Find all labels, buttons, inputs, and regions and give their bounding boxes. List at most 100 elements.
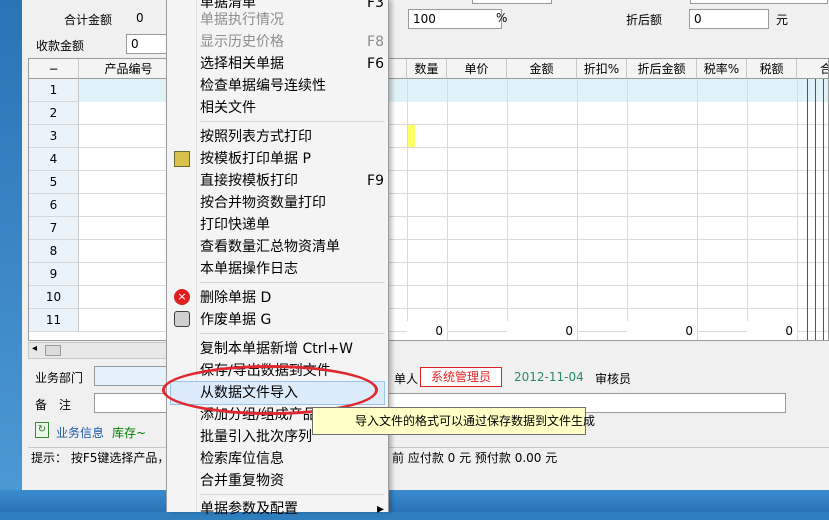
dept-input[interactable]: [94, 366, 168, 386]
grid-header-discounted-amount[interactable]: 折后金额: [627, 59, 697, 79]
menu-item-label: 打印快递单: [200, 217, 270, 233]
menu-item-label: 批量引入批次序列: [200, 429, 312, 445]
scroll-left-icon[interactable]: ◂: [32, 343, 37, 354]
context-menu[interactable]: 单据清单 F3 单据执行情况 显示历史价格 F8 选择相关单据 F6 检查单据编号连续…: [166, 0, 389, 517]
grid-vline: [407, 79, 408, 340]
rate-input[interactable]: 100: [408, 9, 502, 29]
menu-item-merge-duplicates[interactable]: 合并重复物资: [200, 470, 384, 492]
row-number[interactable]: 1: [29, 79, 79, 102]
discount-amount-label: 折后额: [626, 13, 663, 27]
taskbar: [0, 490, 829, 512]
horizontal-scrollbar[interactable]: ◂: [28, 342, 168, 359]
menu-item-check-numbering[interactable]: 检查单据编号连续性: [200, 75, 384, 97]
auditor-label: 审核员: [595, 372, 632, 386]
upper-field-edge: [690, 0, 828, 4]
grid-vline: [823, 79, 824, 340]
menu-item-label: 显示历史价格: [200, 34, 284, 50]
biz-info-link[interactable]: 业务信息: [56, 424, 104, 441]
grid-vline: [577, 79, 578, 340]
menu-item-label: 本单据操作日志: [200, 261, 298, 277]
row-number[interactable]: 11: [29, 309, 79, 332]
grid-vline: [807, 79, 808, 340]
row-number[interactable]: 5: [29, 171, 79, 194]
remark-label: 备 注: [35, 398, 72, 412]
menu-item-label: 检索库位信息: [200, 451, 284, 467]
grid-vline: [797, 79, 798, 340]
desktop-edge: [0, 0, 22, 512]
grid-header-select[interactable]: −: [29, 59, 79, 79]
grid-vline: [697, 79, 698, 340]
menu-item-operation-log[interactable]: 本单据操作日志: [200, 258, 384, 280]
scrollbar-thumb[interactable]: [45, 345, 61, 356]
menu-item-label: 检查单据编号连续性: [200, 78, 326, 94]
menu-item-label: 直接按模板打印: [200, 173, 298, 189]
grid-vline: [815, 79, 816, 340]
rate-unit: %: [496, 11, 508, 25]
menu-item-merged-print[interactable]: 按合并物资数量打印: [200, 192, 384, 214]
discount-unit: 元: [776, 13, 789, 27]
row-number[interactable]: 3: [29, 125, 79, 148]
maker-label: 单人: [394, 372, 419, 386]
menu-item-template-print[interactable]: 按模板打印单据 P: [200, 148, 384, 170]
total-amount-label: 合计金额: [64, 13, 113, 27]
total-quantity: 0: [407, 321, 447, 340]
menu-item-label: 相关文件: [200, 100, 256, 116]
total-tax: 0: [747, 321, 797, 340]
row-number[interactable]: 8: [29, 240, 79, 263]
menu-item-direct-template-print[interactable]: 直接按模板打印 F9: [200, 170, 384, 192]
menu-item-price-history[interactable]: 显示历史价格 F8: [200, 31, 384, 53]
row-number[interactable]: 6: [29, 194, 79, 217]
status-bar: 提示： 按F5键选择产品， 前 应付款 0 元 预付款 0.00 元: [28, 447, 829, 467]
menu-icon-strip: [167, 0, 197, 512]
maker-value: 系统管理员: [420, 367, 502, 387]
status-payables: 前 应付款 0 元 预付款 0.00 元: [392, 451, 558, 465]
menu-separator: [200, 494, 384, 495]
menu-item-label: 查看数量汇总物资清单: [200, 239, 340, 255]
menu-separator: [200, 121, 384, 122]
menu-item-related-files[interactable]: 相关文件: [200, 97, 384, 119]
menu-item-label: 按照列表方式打印: [200, 129, 312, 145]
grid-header-discount-pct[interactable]: 折扣%: [577, 59, 627, 79]
row-number[interactable]: 7: [29, 217, 79, 240]
grid-header-total[interactable]: 合: [797, 59, 828, 79]
grid-vline: [627, 79, 628, 340]
grid-header-tax[interactable]: 税额: [747, 59, 797, 79]
menu-item-print-express[interactable]: 打印快递单: [200, 214, 384, 236]
menu-item-shortcut: F9: [367, 173, 384, 189]
discount-amount-input[interactable]: 0: [689, 9, 769, 29]
menu-item-label: 选择相关单据: [200, 56, 284, 72]
grid-header-unit-price[interactable]: 单价: [447, 59, 507, 79]
menu-item-delete[interactable]: 删除单据 D: [200, 287, 384, 309]
menu-item-location-search[interactable]: 检索库位信息: [200, 448, 384, 470]
row-number[interactable]: 10: [29, 286, 79, 309]
row-number[interactable]: 2: [29, 102, 79, 125]
menu-item-summary-list[interactable]: 查看数量汇总物资清单: [200, 236, 384, 258]
row-number[interactable]: 9: [29, 263, 79, 286]
grid-header-quantity[interactable]: 数量: [407, 59, 447, 79]
menu-item-label: 按合并物资数量打印: [200, 195, 326, 211]
menu-item-settings[interactable]: 单据参数及配置 ▸: [200, 498, 384, 520]
total-amount: 0: [507, 321, 577, 340]
stock-link[interactable]: 库存~: [112, 424, 146, 441]
dept-label: 业务部门: [35, 371, 84, 385]
menu-item-copy-new[interactable]: 复制本单据新增 Ctrl+W: [200, 338, 384, 360]
menu-separator: [200, 333, 384, 334]
refresh-icon[interactable]: ↻: [35, 422, 49, 438]
received-amount-input[interactable]: 0: [126, 34, 168, 54]
grid-header-product-code[interactable]: 产品编号: [79, 59, 179, 79]
menu-item-label: 复制本单据新增 Ctrl+W: [200, 341, 353, 357]
import-tooltip: 导入文件的格式可以通过保存数据到文件生成: [312, 407, 595, 435]
grid-header-amount[interactable]: 金额: [507, 59, 577, 79]
row-number[interactable]: 4: [29, 148, 79, 171]
menu-item-label: 合并重复物资: [200, 473, 284, 489]
menu-item-print-list[interactable]: 按照列表方式打印: [200, 126, 384, 148]
total-amount-value: 0: [136, 11, 144, 25]
menu-item-select-related[interactable]: 选择相关单据 F6: [200, 53, 384, 75]
submenu-arrow-icon: ▸: [376, 501, 384, 517]
menu-item-exec-status[interactable]: 单据执行情况: [200, 9, 384, 31]
menu-item-void[interactable]: 作废单据 G: [200, 309, 384, 331]
grid-header-tax-rate[interactable]: 税率%: [697, 59, 747, 79]
selected-cell-highlight: [407, 125, 415, 147]
window-bottom: [22, 467, 829, 490]
product-grid[interactable]: − 产品编号 数量 单价 金额 折扣% 折后金额 税率% 税额 合 123456…: [28, 58, 829, 341]
